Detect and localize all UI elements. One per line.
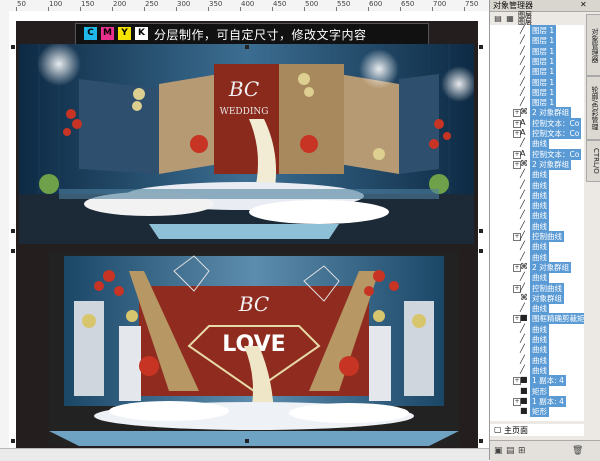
promo-banner: C M Y K 分层制作，可自定尺寸，修改文字内容 — [75, 23, 429, 45]
curve-icon: ╱ — [520, 55, 525, 65]
root-page-label: 主页面 — [504, 426, 528, 435]
root-page-row[interactable]: ▢ 主页面 — [490, 424, 584, 436]
panel-title: 对象管理器 — [493, 1, 533, 10]
panel-bottom-toolbar: ▣ ▤ ⊞ 🗑 — [490, 440, 600, 461]
selection-handle[interactable] — [245, 249, 249, 253]
curve-icon: ╱ — [520, 66, 525, 76]
ruler-label: 600 — [369, 0, 383, 8]
ruler-label: 700 — [433, 0, 447, 8]
curve-icon: ╱ — [520, 323, 525, 333]
object-manager-panel: 对象管理器 ✕ ▤ ▦ 图层 图层 ╱ 图层 1 ╱ 图层 1 ╱ 图层 1 ╱ 图层 1 ╱ 图… — [489, 0, 600, 461]
ruler-label: 250 — [145, 0, 159, 8]
tab-object-manager[interactable]: 对象管理器 — [586, 14, 600, 76]
curve-icon: ╱ — [520, 86, 525, 96]
curve-icon: ╱ — [520, 35, 525, 45]
curve-icon: ╱ — [520, 76, 525, 86]
layer-view-icon[interactable]: ▤ — [493, 14, 503, 24]
text-icon: A — [520, 117, 526, 127]
multi-page-icon[interactable]: ▦ — [505, 14, 515, 24]
curve-icon: ╱ — [520, 251, 525, 261]
object-tree[interactable]: ╱ 图层 1 ╱ 图层 1 ╱ 图层 1 ╱ 图层 1 ╱ 图层 1 ╱ 图层 1 ╱ 图层 1 ╱ 图层 1… — [490, 25, 584, 421]
curve-icon: ╱ — [520, 220, 525, 230]
ruler-label: 750 — [465, 0, 479, 8]
selection-handle[interactable] — [479, 249, 483, 253]
curve-icon: ╱ — [520, 272, 525, 282]
ruler-label: 50 — [17, 0, 26, 8]
curve-icon: ╱ — [520, 334, 525, 343]
cmyk-c-swatch: C — [84, 27, 97, 40]
selection-handle[interactable] — [11, 249, 15, 253]
tab-ctrl[interactable]: CTRL/O — [586, 140, 600, 182]
ruler-label: 200 — [113, 0, 127, 8]
top-monogram: BC — [228, 77, 259, 101]
drawing-canvas[interactable]: C M Y K 分层制作，可自定尺寸，修改文字内容 BC WEDDING BC … — [9, 11, 489, 448]
selection-handle[interactable] — [479, 229, 483, 233]
rect-icon: ■ — [520, 313, 528, 323]
selection-handle[interactable] — [479, 45, 483, 49]
selection-handle[interactable] — [245, 45, 249, 49]
rect-icon: ■ — [520, 395, 528, 405]
rect-icon: ■ — [520, 385, 528, 395]
curve-icon: ╱ — [520, 344, 525, 354]
tab-color-management[interactable]: 轮廓/色彩管理 — [586, 76, 600, 140]
curve-icon: ╱ — [520, 45, 525, 55]
ruler-label: 450 — [273, 0, 287, 8]
selection-handle[interactable] — [11, 229, 15, 233]
panel-close-icon[interactable]: ✕ — [580, 0, 587, 9]
top-wedding-text: WEDDING — [220, 107, 269, 117]
group-icon: ⌘ — [520, 158, 528, 168]
rect-icon: ■ — [520, 406, 528, 416]
curve-icon: ╱ — [520, 354, 525, 364]
selection-handle[interactable] — [245, 439, 249, 443]
page-icon: ▢ — [494, 425, 502, 434]
horizontal-scrollbar[interactable] — [0, 448, 489, 461]
ruler-label: 100 — [49, 0, 63, 8]
curve-icon: ╱ — [520, 189, 525, 199]
curve-icon: ╱ — [520, 169, 525, 179]
ruler-label: 550 — [337, 0, 351, 8]
curve-icon: ╱ — [520, 179, 525, 189]
group-icon: ⌘ — [520, 292, 528, 302]
layer-options-icon[interactable]: ⊞ — [518, 446, 526, 456]
bottom-monogram: BC — [238, 292, 269, 316]
panel-titlebar: 对象管理器 ✕ — [490, 0, 600, 12]
cmyk-m-swatch: M — [101, 27, 114, 40]
curve-icon: ╱ — [520, 282, 525, 292]
group-icon: ⌘ — [520, 261, 528, 271]
ruler-label: 350 — [209, 0, 223, 8]
tree-row-label: 矩形 — [530, 406, 549, 418]
cmyk-y-swatch: Y — [118, 27, 131, 40]
top-stage-design[interactable]: BC WEDDING — [19, 44, 474, 244]
selection-handle[interactable] — [479, 439, 483, 443]
bottom-stage-design[interactable]: BC LOVE — [49, 251, 459, 446]
ruler-label: 150 — [81, 0, 95, 8]
curve-icon: ╱ — [520, 210, 525, 220]
curve-icon: ╱ — [520, 97, 525, 107]
ruler-label: 650 — [401, 0, 415, 8]
curve-icon: ╱ — [520, 364, 525, 374]
delete-icon[interactable]: 🗑 — [572, 446, 583, 456]
cmyk-k-swatch: K — [135, 27, 148, 40]
rect-icon: ■ — [520, 375, 528, 385]
ruler-label: 400 — [241, 0, 255, 8]
curve-icon: ╱ — [520, 303, 525, 313]
selection-handle[interactable] — [11, 45, 15, 49]
group-icon: ⌘ — [520, 107, 528, 117]
curve-icon: ╱ — [520, 231, 525, 240]
curve-icon: ╱ — [520, 25, 525, 34]
new-master-layer-icon[interactable]: ▤ — [506, 446, 515, 456]
banner-text: 分层制作，可自定尺寸，修改文字内容 — [154, 28, 367, 42]
curve-icon: ╱ — [520, 138, 525, 148]
selection-handle[interactable] — [11, 439, 15, 443]
curve-icon: ╱ — [520, 241, 525, 251]
text-icon: A — [520, 128, 526, 137]
ruler-label: 300 — [177, 0, 191, 8]
text-icon: A — [520, 148, 526, 158]
tree-row[interactable]: ■ 矩形 — [490, 406, 584, 418]
ruler-label: 500 — [305, 0, 319, 8]
curve-icon: ╱ — [520, 200, 525, 210]
new-layer-icon[interactable]: ▣ — [494, 446, 503, 456]
